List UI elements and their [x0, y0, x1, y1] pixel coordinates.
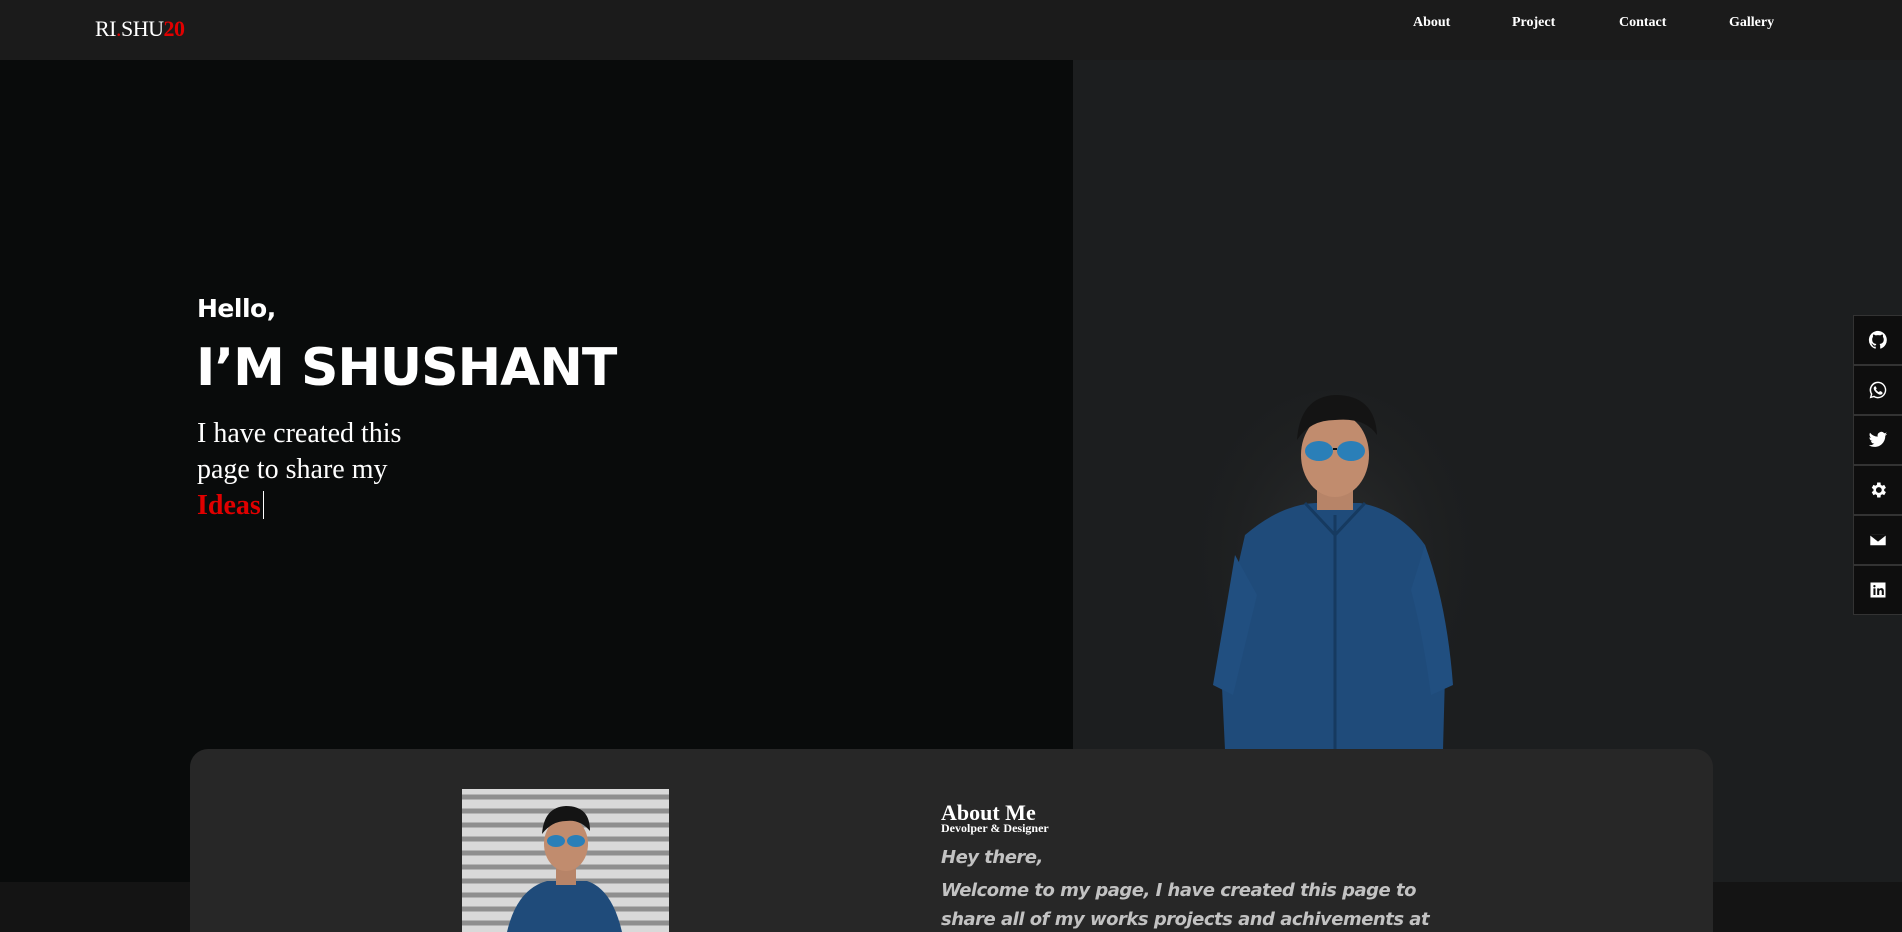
typed-word: Ideas: [197, 490, 261, 521]
nav-link-project[interactable]: Project: [1512, 15, 1555, 31]
hero-portrait-image: [1190, 390, 1475, 750]
hero-typed-text: Ideas: [197, 490, 265, 522]
whatsapp-link[interactable]: [1853, 365, 1902, 415]
about-description: Welcome to my page, I have created this …: [941, 880, 1430, 930]
email-link[interactable]: [1853, 515, 1902, 565]
github-link[interactable]: [1853, 315, 1902, 365]
nav-links: About Project Contact Gallery: [0, 15, 1902, 35]
about-subtitle: Devolper & Designer: [941, 821, 1049, 835]
nav-link-contact[interactable]: Contact: [1619, 15, 1666, 31]
nav-link-about[interactable]: About: [1413, 15, 1450, 31]
linkedin-icon: [1870, 582, 1886, 598]
email-icon: [1869, 533, 1887, 547]
settings-link[interactable]: [1853, 465, 1902, 515]
typing-cursor: [262, 491, 265, 519]
twitter-icon: [1868, 431, 1888, 447]
whatsapp-icon: [1869, 381, 1887, 399]
twitter-link[interactable]: [1853, 415, 1902, 465]
nav-link-gallery[interactable]: Gallery: [1729, 15, 1774, 31]
navbar: RI.SHU20 About Project Contact Gallery: [0, 0, 1902, 60]
hero-greeting: Hello,: [197, 294, 276, 323]
hero-name: I’M SHUSHANT: [196, 338, 617, 398]
settings-icon: [1871, 482, 1886, 498]
social-sidebar: [1853, 315, 1902, 615]
about-greeting: Hey there,: [941, 847, 1043, 868]
hero-tagline: I have created this page to share my: [197, 418, 402, 485]
about-photo: [462, 789, 669, 932]
github-icon: [1868, 330, 1887, 349]
linkedin-link[interactable]: [1853, 565, 1902, 615]
